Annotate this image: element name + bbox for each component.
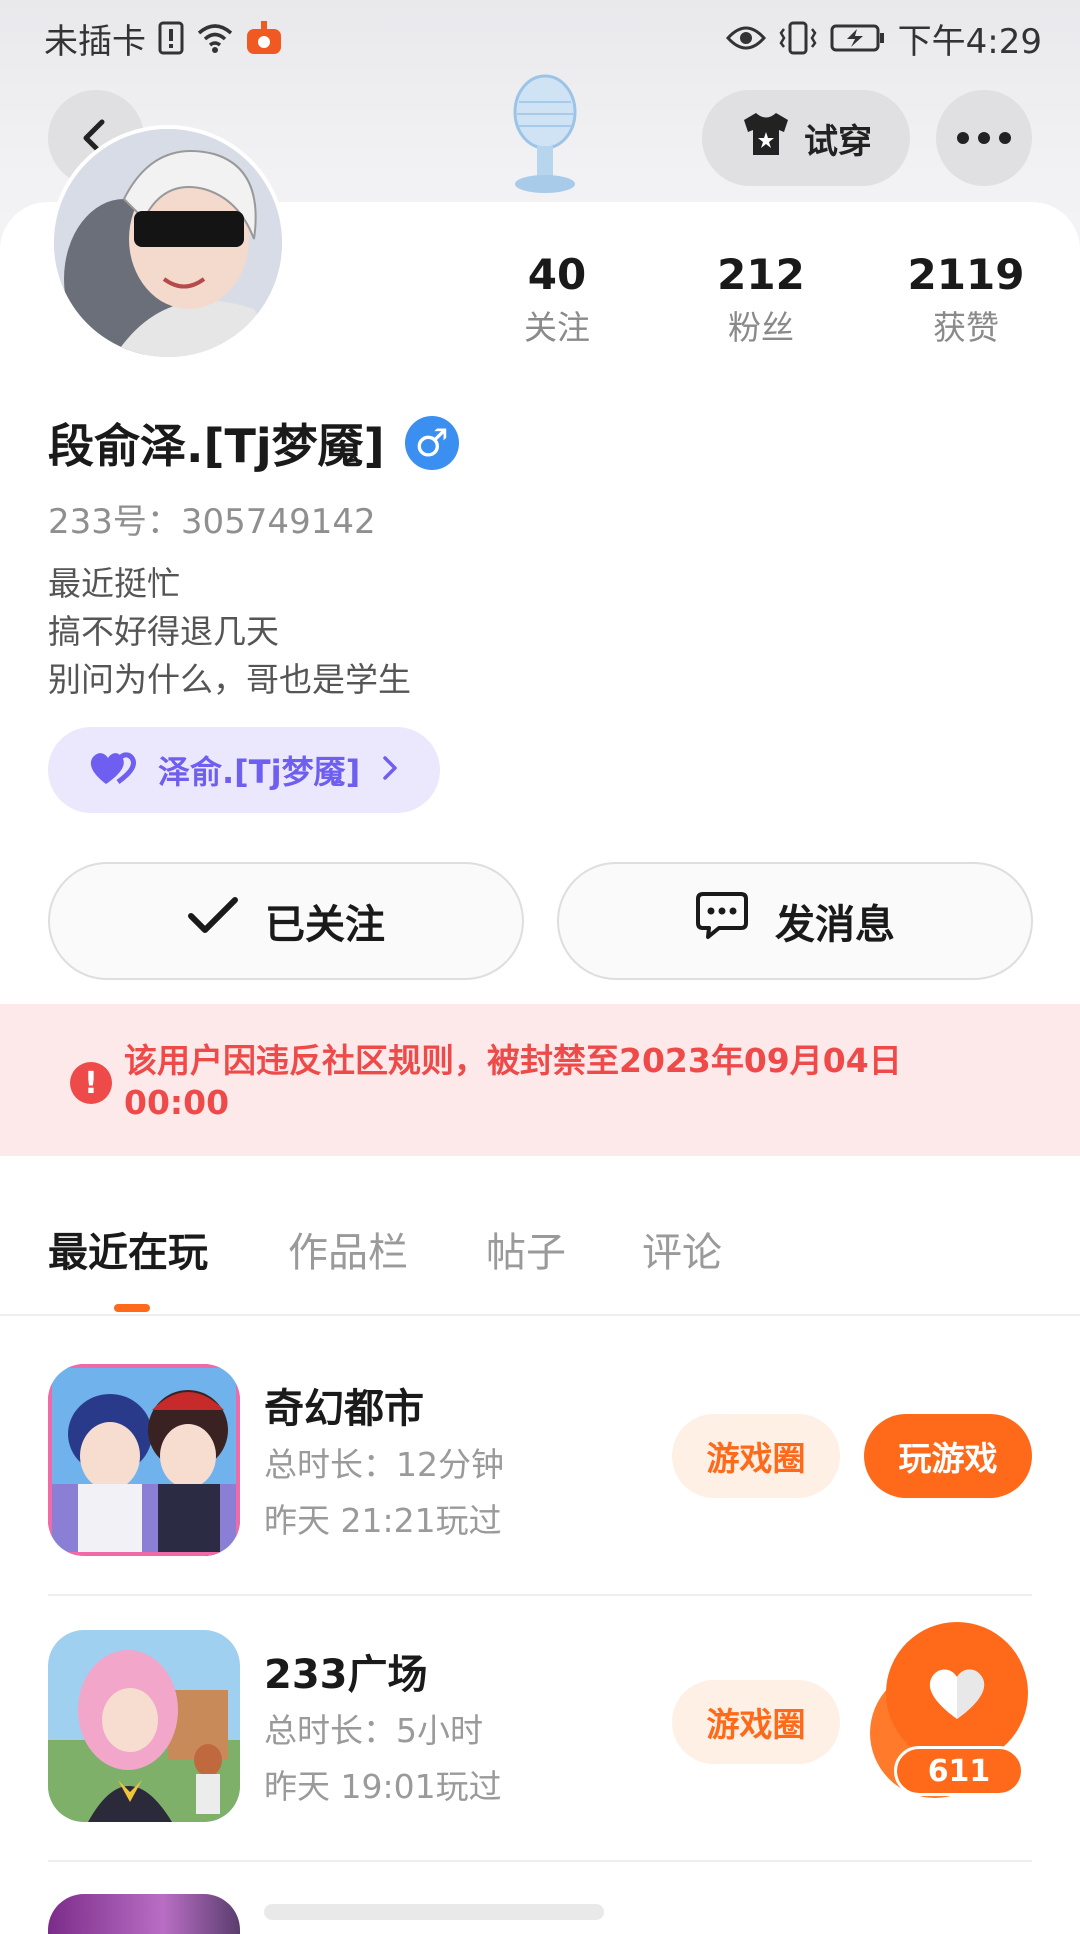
divider [48,1860,1032,1862]
bio-line: 搞不好得退几天 [48,612,279,651]
stat-value: 2119 [907,250,1025,299]
warning-icon: ! [70,1062,112,1104]
username: 段俞泽.[Tj梦魇] [48,419,385,473]
content-tabs: 最近在玩 作品栏 帖子 评论 [0,1192,1080,1316]
try-on-button[interactable]: 试穿 [702,90,910,186]
tab-recently-played[interactable]: 最近在玩 [48,1220,208,1278]
chat-bubble-icon [695,891,749,951]
status-bar: 未插卡 下午4:29 [0,0,1080,76]
stat-value: 40 [527,250,587,299]
shirt-icon [740,110,792,167]
male-gender-icon: ♂ [404,416,459,470]
user-id: 233号：305749142 [48,494,376,543]
stat-value: 212 [717,250,805,299]
bio-line: 别问为什么，哥也是学生 [48,660,411,699]
like-count: 611 [894,1746,1024,1796]
app-notification-icon [246,21,282,55]
chevron-right-icon [380,753,400,787]
heart-icon [929,1669,985,1719]
battery-charging-icon [830,23,886,53]
family-name: 泽俞.[Tj梦魇] [158,753,361,791]
active-tab-indicator [114,1304,150,1312]
game-icon [48,1630,240,1822]
play-game-button[interactable]: 玩游戏 [864,1414,1032,1498]
game-last-played: 昨天 21:21玩过 [264,1501,502,1540]
game-icon-partial [48,1894,240,1934]
followed-label: 已关注 [265,902,385,948]
bio-line: 最近挺忙 [48,564,180,603]
game-title-partial [264,1904,604,1920]
tab-works[interactable]: 作品栏 [288,1220,408,1278]
tab-comments[interactable]: 评论 [642,1220,722,1278]
list-item[interactable]: 奇幻都市 总时长：12分钟 昨天 21:21玩过 游戏圈 玩游戏 [0,1330,1080,1596]
ban-notice-text: 该用户因违反社区规则，被封禁至2023年09月04日 00:00 [124,1041,902,1122]
sim-alert-icon [158,21,184,55]
floating-like-widget[interactable]: 611 [864,1622,1036,1812]
clock-text: 下午4:29 [897,21,1042,62]
stat-following[interactable]: 40 关注 [482,246,632,352]
double-heart-icon [88,750,138,790]
send-message-label: 发消息 [775,902,895,948]
more-options-button[interactable] [936,90,1032,186]
game-icon [48,1364,240,1556]
game-circle-button[interactable]: 游戏圈 [672,1680,840,1764]
followed-button[interactable]: 已关注 [48,862,524,980]
avatar-hologram-icon [505,72,585,202]
wifi-icon [196,22,234,54]
bio: 最近挺忙 搞不好得退几天 别问为什么，哥也是学生 [48,560,411,704]
ban-notice-banner: ! 该用户因违反社区规则，被封禁至2023年09月04日 00:00 [0,1004,1080,1156]
user-id-value: 305749142 [180,502,376,542]
user-id-label: 233号： [48,502,181,542]
eye-comfort-icon [725,24,766,52]
game-duration: 总时长：12分钟 [264,1445,504,1484]
game-duration: 总时长：5小时 [264,1711,483,1750]
stat-followers[interactable]: 212 粉丝 [686,246,836,352]
checkmark-icon [187,896,239,946]
stat-label: 获赞 [933,308,999,347]
more-dots-icon [957,132,1011,144]
carrier-text: 未插卡 [44,21,146,62]
vibrate-icon [778,21,818,55]
send-message-button[interactable]: 发消息 [557,862,1033,980]
game-title: 奇幻都市 [264,1386,424,1432]
like-bubble[interactable] [886,1622,1028,1764]
game-last-played: 昨天 19:01玩过 [264,1767,502,1806]
stat-label: 关注 [524,308,590,347]
game-title: 233广场 [264,1652,428,1698]
tab-posts[interactable]: 帖子 [486,1220,566,1278]
try-on-label: 试穿 [804,121,872,162]
family-chip[interactable]: 泽俞.[Tj梦魇] [48,727,440,813]
stat-label: 粉丝 [728,308,794,347]
game-circle-button[interactable]: 游戏圈 [672,1414,840,1498]
stat-likes[interactable]: 2119 获赞 [891,246,1041,352]
